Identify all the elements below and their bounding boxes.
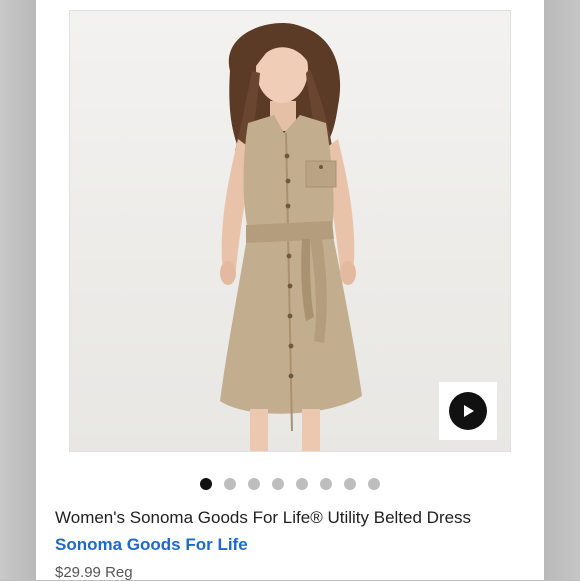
product-image[interactable] — [69, 10, 511, 452]
pagination-dot[interactable] — [320, 478, 332, 490]
pagination-dot[interactable] — [200, 478, 212, 490]
pagination-dot[interactable] — [296, 478, 308, 490]
play-icon — [449, 392, 487, 430]
pagination-dot[interactable] — [224, 478, 236, 490]
pagination-dot[interactable] — [368, 478, 380, 490]
brand-link[interactable]: Sonoma Goods For Life — [55, 535, 248, 555]
pagination-dot[interactable] — [248, 478, 260, 490]
background-left — [0, 0, 36, 580]
price-type: Reg — [105, 564, 133, 581]
play-video-button[interactable] — [439, 382, 497, 440]
price-value: $29.99 — [55, 564, 101, 581]
product-card: Women's Sonoma Goods For Life® Utility B… — [36, 0, 544, 581]
image-pagination — [36, 478, 544, 492]
pagination-dot[interactable] — [344, 478, 356, 490]
background-right — [544, 0, 580, 580]
price: $29.99 Reg — [55, 564, 133, 581]
pagination-dot[interactable] — [272, 478, 284, 490]
product-title: Women's Sonoma Goods For Life® Utility B… — [55, 508, 472, 527]
